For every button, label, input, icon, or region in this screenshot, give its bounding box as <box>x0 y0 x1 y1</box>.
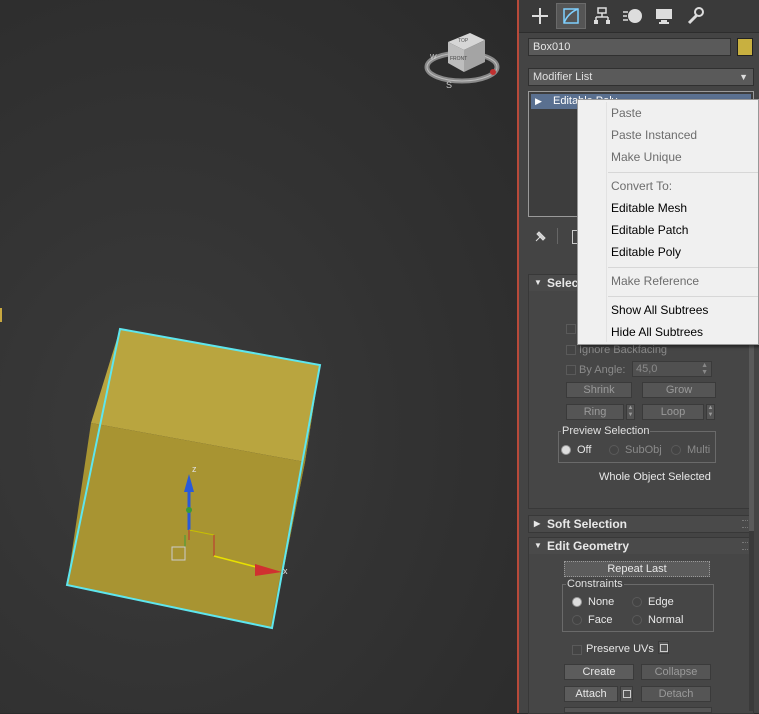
modifier-stack-context-menu: Paste Paste Instanced Make Unique Conver… <box>577 99 759 345</box>
by-angle-label: By Angle: <box>579 364 626 376</box>
by-angle-checkbox[interactable] <box>566 365 576 375</box>
constraint-none-radio[interactable] <box>572 597 582 607</box>
tab-display[interactable] <box>649 3 679 29</box>
settings-box-icon <box>659 644 668 652</box>
selection-extra-checkbox[interactable] <box>566 324 576 334</box>
constraint-face-radio[interactable] <box>572 615 582 625</box>
wrench-icon <box>687 7 704 25</box>
tab-create[interactable] <box>525 3 555 29</box>
collapse-button[interactable]: Collapse <box>641 664 711 680</box>
viewcube-top-label: TOP <box>458 38 469 44</box>
rollout-grip-icon <box>742 520 748 528</box>
preview-multi-label: Multi <box>687 444 711 456</box>
shrink-button[interactable]: Shrink <box>566 382 632 398</box>
monitor-icon <box>656 9 672 24</box>
compass-s-label: S <box>446 80 452 90</box>
menu-separator <box>608 172 758 173</box>
grow-button[interactable]: Grow <box>642 382 716 398</box>
preview-subobj-label: SubObj <box>625 444 662 456</box>
viewcube-front-label: FRONT <box>450 56 467 62</box>
constraint-edge-radio[interactable] <box>632 597 642 607</box>
ignore-backfacing-label: Ignore Backfacing <box>579 344 668 356</box>
create-button[interactable]: Create <box>564 664 634 680</box>
menu-item-make-reference[interactable]: Make Reference <box>611 271 699 291</box>
edit-geometry-rollout-title: Edit Geometry <box>547 539 630 553</box>
menu-item-hide-all-subtrees[interactable]: Hide All Subtrees <box>611 322 703 342</box>
tab-modify[interactable] <box>556 3 586 29</box>
preview-selection-label: Preview Selection <box>561 425 651 437</box>
tab-hierarchy[interactable] <box>587 3 617 29</box>
loop-spinner[interactable]: ▲ ▼ <box>706 404 715 420</box>
constraint-face-label: Face <box>588 614 613 626</box>
gizmo-x-label: x <box>283 566 288 576</box>
preview-subobj-radio[interactable] <box>609 445 619 455</box>
compass-w-label: W <box>430 54 437 61</box>
constraint-edge-label: Edge <box>648 596 674 608</box>
tab-motion[interactable] <box>618 3 648 29</box>
spinner-arrows-icon[interactable]: ▲ ▼ <box>701 362 708 376</box>
viewcube[interactable]: TOP FRONT S W <box>424 33 500 90</box>
menu-item-make-unique[interactable]: Make Unique <box>611 147 682 167</box>
angle-spinner[interactable]: 45,0 ▲ ▼ <box>632 361 712 377</box>
edit-geometry-rollout-header[interactable]: ▼ Edit Geometry <box>528 537 754 555</box>
collapse-triangle-icon: ▼ <box>534 278 542 287</box>
attach-button[interactable]: Attach <box>564 686 618 702</box>
menu-item-editable-poly[interactable]: Editable Poly <box>611 242 681 262</box>
modifier-list-dropdown[interactable]: Modifier List ▼ <box>528 68 754 86</box>
menu-item-paste[interactable]: Paste <box>611 103 642 123</box>
tab-utilities[interactable] <box>680 3 710 29</box>
edit-geometry-rollout-body: Repeat Last Constraints None Edge Face N… <box>528 554 754 714</box>
gizmo-z-label: z <box>192 464 197 474</box>
preview-off-radio[interactable] <box>561 445 571 455</box>
expand-triangle-icon: ▶ <box>534 519 541 528</box>
preview-off-label: Off <box>577 444 592 456</box>
next-row-button[interactable] <box>564 707 712 713</box>
expand-triangle-icon[interactable]: ▶ <box>535 94 542 109</box>
selection-status-text: Whole Object Selected <box>599 471 711 483</box>
menu-item-convert-to: Convert To: <box>611 179 673 193</box>
angle-value: 45,0 <box>636 363 658 375</box>
object-color-swatch[interactable] <box>737 38 753 56</box>
menu-item-paste-instanced[interactable]: Paste Instanced <box>611 125 697 145</box>
perspective-viewport[interactable]: z x TOP FRONT S W <box>0 0 518 713</box>
constraint-normal-label: Normal <box>648 614 684 626</box>
constraint-none-label: None <box>588 596 615 608</box>
ring-spinner[interactable]: ▲ ▼ <box>626 404 635 420</box>
settings-box-icon <box>622 690 631 698</box>
modify-icon <box>563 8 579 24</box>
attach-settings-button[interactable] <box>620 686 633 702</box>
preview-multi-radio[interactable] <box>671 445 681 455</box>
box-object[interactable] <box>65 327 322 630</box>
ring-button[interactable]: Ring <box>566 404 624 420</box>
preserve-uvs-label: Preserve UVs <box>586 643 654 655</box>
repeat-last-button[interactable]: Repeat Last <box>564 561 710 577</box>
constraints-label: Constraints <box>566 578 624 590</box>
soft-selection-rollout-header[interactable]: ▶ Soft Selection <box>528 515 754 533</box>
menu-separator <box>608 267 758 268</box>
modifier-list-label: Modifier List <box>533 71 593 83</box>
preserve-uvs-settings-button[interactable] <box>658 641 669 654</box>
menu-item-editable-patch[interactable]: Editable Patch <box>611 220 688 240</box>
command-panel-tabs <box>519 0 759 33</box>
detach-button[interactable]: Detach <box>641 686 711 702</box>
loop-button[interactable]: Loop <box>642 404 704 420</box>
plus-icon <box>532 8 548 24</box>
soft-selection-rollout-title: Soft Selection <box>547 517 628 531</box>
pin-stack-icon[interactable] <box>534 229 548 243</box>
menu-separator <box>608 296 758 297</box>
collapse-triangle-icon: ▼ <box>534 541 542 550</box>
menu-item-editable-mesh[interactable]: Editable Mesh <box>611 198 687 218</box>
chevron-down-icon: ▼ <box>739 72 748 82</box>
preserve-uvs-checkbox[interactable] <box>572 645 582 655</box>
object-name-field[interactable]: Box010 <box>528 38 731 56</box>
hierarchy-icon <box>594 7 610 24</box>
menu-icon-column-divider <box>606 102 607 342</box>
menu-item-show-all-subtrees[interactable]: Show All Subtrees <box>611 300 708 320</box>
constraint-normal-radio[interactable] <box>632 615 642 625</box>
ignore-backfacing-checkbox[interactable] <box>566 345 576 355</box>
motion-icon <box>623 9 642 23</box>
rollout-grip-icon <box>742 542 748 550</box>
viewport-scene: z x TOP FRONT S W <box>0 33 500 630</box>
